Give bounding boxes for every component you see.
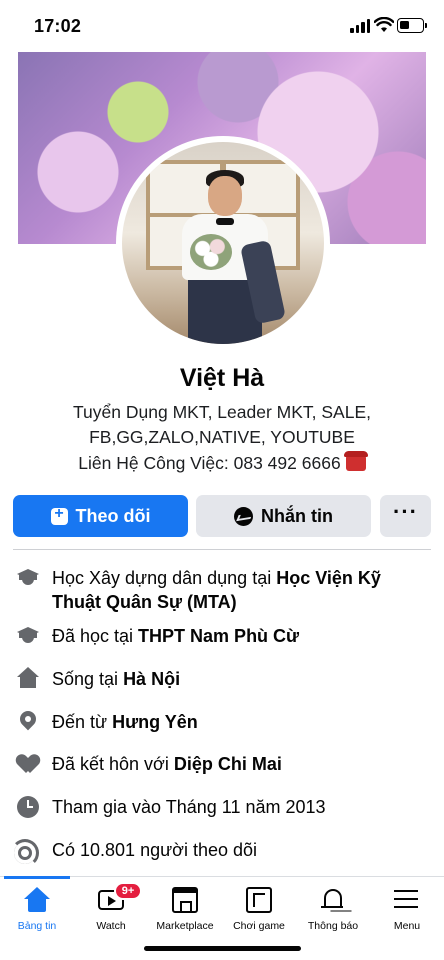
graduation-cap-icon	[17, 625, 39, 647]
tab-games[interactable]: Chơi game	[222, 877, 296, 937]
rss-feed-icon	[17, 839, 39, 861]
tab-label: Thông báo	[307, 920, 359, 932]
gaming-icon	[246, 887, 272, 913]
profile-picture	[122, 142, 324, 344]
detail-text: Đã học tại THPT Nam Phù Cừ	[52, 626, 300, 646]
profile-bio: Tuyển Dụng MKT, Leader MKT, SALE, FB,GG,…	[0, 400, 444, 450]
detail-text: Có 10.801 người theo dõi	[52, 840, 257, 860]
tab-label: Bảng tin	[17, 920, 57, 932]
follow-icon	[50, 505, 68, 525]
detail-text: Học Xây dựng dân dụng tại Học Viện Kỹ Th…	[52, 568, 381, 612]
heart-icon	[17, 753, 39, 775]
more-icon: ···	[393, 499, 418, 524]
messenger-icon	[234, 506, 253, 526]
detail-text: Sống tại Hà Nội	[52, 669, 181, 689]
tab-label: Chơi game	[233, 920, 285, 932]
profile-avatar[interactable]	[116, 136, 330, 350]
storefront-icon	[172, 887, 198, 913]
bio-line: Tuyển Dụng MKT, Leader MKT, SALE,	[73, 402, 371, 422]
bell-icon	[320, 887, 346, 913]
home-indicator[interactable]	[144, 946, 301, 951]
detail-text: Tham gia vào Tháng 11 năm 2013	[52, 797, 326, 817]
active-tab-indicator	[4, 876, 70, 879]
home-icon	[17, 667, 39, 689]
follow-label: Theo dõi	[75, 505, 151, 526]
home-icon	[24, 887, 50, 913]
notification-badge: 9+	[114, 882, 142, 900]
contact-text: Liên Hệ Công Việc: 083 492 6666	[78, 453, 341, 473]
location-pin-icon	[17, 711, 39, 733]
tab-watch[interactable]: 9+ Watch	[74, 877, 148, 937]
graduation-cap-icon	[17, 567, 39, 589]
status-time: 17:02	[34, 16, 82, 36]
bio-line: FB,GG,ZALO,NATIVE, YOUTUBE	[89, 427, 355, 447]
tab-marketplace[interactable]: Marketplace	[148, 877, 222, 937]
detail-text: Đến từ Hưng Yên	[52, 712, 198, 732]
status-bar: 17:02	[0, 0, 444, 50]
tab-notifications[interactable]: Thông báo	[296, 877, 370, 937]
tab-home[interactable]: Bảng tin	[0, 876, 74, 937]
divider	[13, 549, 431, 550]
message-label: Nhắn tin	[261, 505, 333, 526]
clock-icon	[17, 796, 39, 818]
detail-text: Đã kết hôn với Diệp Chi Mai	[52, 754, 282, 774]
cellular-signal-icon	[350, 19, 370, 33]
profile-contact: Liên Hệ Công Việc: 083 492 6666	[0, 451, 444, 474]
more-options-button[interactable]: ···	[380, 495, 431, 537]
tab-label: Watch	[96, 920, 126, 932]
telephone-icon	[343, 451, 368, 471]
follow-button[interactable]: Theo dõi	[13, 495, 188, 537]
message-button[interactable]: Nhắn tin	[196, 495, 371, 537]
wifi-icon	[374, 17, 394, 32]
tab-label: Marketplace	[156, 920, 214, 932]
profile-name: Việt Hà	[179, 364, 265, 392]
tab-menu[interactable]: Menu	[370, 877, 444, 937]
battery-icon	[397, 18, 427, 33]
hamburger-menu-icon	[394, 887, 420, 913]
tab-label: Menu	[393, 920, 421, 932]
